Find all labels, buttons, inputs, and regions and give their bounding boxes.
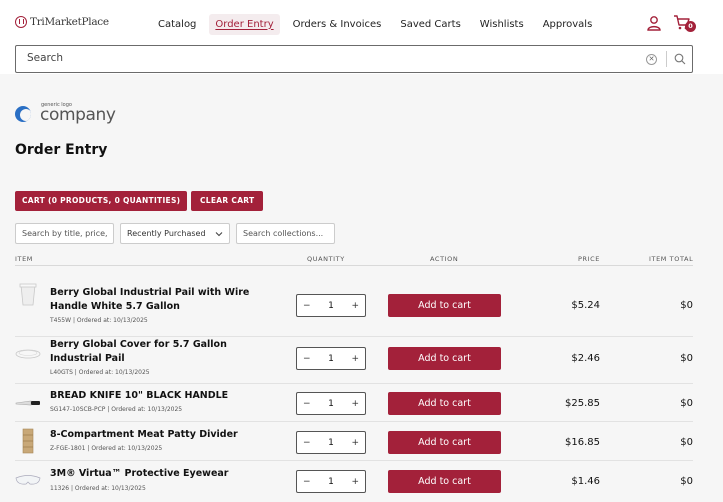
quantity-stepper: − 1 +	[296, 470, 366, 493]
add-to-cart-button[interactable]: Add to cart	[388, 431, 501, 454]
nav-orders-invoices[interactable]: Orders & Invoices	[287, 14, 388, 35]
company-logo-name: company	[40, 105, 116, 125]
nav-catalog[interactable]: Catalog	[152, 14, 202, 35]
user-icon[interactable]	[646, 15, 662, 31]
column-header-action: ACTION	[430, 255, 459, 263]
nav-wishlists[interactable]: Wishlists	[474, 14, 530, 35]
table-row: 8-Compartment Meat Patty Divider Z-FGE-1…	[0, 422, 723, 460]
quantity-stepper: − 1 +	[296, 392, 366, 415]
quantity-stepper: − 1 +	[296, 294, 366, 317]
add-to-cart-button[interactable]: Add to cart	[388, 392, 501, 415]
product-name[interactable]: 3M® Virtua™ Protective Eyewear	[50, 467, 270, 481]
quantity-value[interactable]: 1	[328, 301, 334, 311]
add-to-cart-button[interactable]: Add to cart	[388, 347, 501, 370]
knife-icon	[15, 400, 40, 406]
decrease-quantity-button[interactable]: −	[303, 399, 311, 409]
sort-select-value: Recently Purchased	[127, 229, 206, 238]
product-meta: L40GTS | Ordered at: 10/13/2025	[50, 369, 150, 376]
divider-icon	[22, 428, 34, 454]
item-price: $2.46	[571, 353, 600, 364]
product-name[interactable]: 8-Compartment Meat Patty Divider	[50, 428, 270, 442]
lid-icon	[15, 349, 41, 359]
item-price: $25.85	[565, 398, 600, 409]
eyewear-icon	[15, 475, 41, 485]
global-search: ✕	[15, 45, 693, 73]
quantity-value[interactable]: 1	[328, 438, 334, 448]
column-header-item: ITEM	[15, 255, 34, 263]
add-to-cart-button[interactable]: Add to cart	[388, 470, 501, 493]
page-title: Order Entry	[15, 142, 108, 158]
increase-quantity-button[interactable]: +	[351, 438, 359, 448]
collections-search-input[interactable]	[236, 223, 335, 244]
increase-quantity-button[interactable]: +	[351, 301, 359, 311]
quantity-stepper: − 1 +	[296, 347, 366, 370]
quantity-value[interactable]: 1	[328, 399, 334, 409]
product-meta: Z-FGE-1801 | Ordered at: 10/13/2025	[50, 445, 163, 452]
order-entry-panel: generic logo company Order Entry CART (0…	[0, 74, 723, 502]
item-price: $1.46	[571, 476, 600, 487]
clear-cart-button[interactable]: CLEAR CART	[191, 191, 264, 211]
item-total: $0	[680, 476, 693, 487]
company-logo: generic logo company	[15, 98, 116, 130]
item-price: $5.24	[571, 300, 600, 311]
item-price: $16.85	[565, 437, 600, 448]
quantity-value[interactable]: 1	[328, 354, 334, 364]
product-meta: T455W | Ordered at: 10/13/2025	[50, 317, 148, 324]
decrease-quantity-button[interactable]: −	[303, 301, 311, 311]
table-row: BREAD KNIFE 10" BLACK HANDLE SG147-10SCB…	[0, 384, 723, 422]
increase-quantity-button[interactable]: +	[351, 354, 359, 364]
product-meta: SG147-10SCB-PCP | Ordered at: 10/13/2025	[50, 406, 183, 413]
search-divider	[666, 51, 667, 67]
main-nav: Catalog Order Entry Orders & Invoices Sa…	[152, 12, 605, 36]
company-logo-icon	[15, 106, 31, 122]
item-total: $0	[680, 398, 693, 409]
clear-search-icon[interactable]: ✕	[646, 54, 657, 65]
nav-approvals[interactable]: Approvals	[537, 14, 599, 35]
sort-select[interactable]: Recently Purchased	[120, 223, 230, 244]
column-header-price: PRICE	[578, 255, 600, 263]
brand-icon	[15, 16, 27, 28]
product-meta: 11326 | Ordered at: 10/13/2025	[50, 485, 146, 492]
add-to-cart-button[interactable]: Add to cart	[388, 294, 501, 317]
table-row: Berry Global Cover for 5.7 Gallon Indust…	[0, 337, 723, 387]
decrease-quantity-button[interactable]: −	[303, 354, 311, 364]
nav-order-entry[interactable]: Order Entry	[209, 13, 280, 35]
product-name[interactable]: BREAD KNIFE 10" BLACK HANDLE	[50, 389, 270, 403]
increase-quantity-button[interactable]: +	[351, 399, 359, 409]
top-navigation-bar: TriMarketPlace Catalog Order Entry Order…	[0, 0, 723, 44]
search-input[interactable]	[27, 52, 527, 64]
chevron-down-icon	[215, 231, 223, 236]
item-total: $0	[680, 437, 693, 448]
quantity-value[interactable]: 1	[328, 477, 334, 487]
brand-name: TriMarketPlace	[30, 16, 109, 28]
cart-summary-button[interactable]: CART (0 PRODUCTS, 0 QUANTITIES)	[15, 191, 188, 211]
pail-icon	[19, 283, 37, 306]
product-name[interactable]: Berry Global Industrial Pail with Wire H…	[50, 286, 270, 314]
cart-count-badge: 0	[685, 21, 696, 32]
cart-button[interactable]: 0	[673, 14, 696, 34]
quantity-stepper: − 1 +	[296, 431, 366, 454]
brand-logo[interactable]: TriMarketPlace	[15, 16, 109, 28]
table-row: 3M® Virtua™ Protective Eyewear 11326 | O…	[0, 461, 723, 501]
increase-quantity-button[interactable]: +	[351, 477, 359, 487]
product-filter-input[interactable]	[15, 223, 114, 244]
decrease-quantity-button[interactable]: −	[303, 477, 311, 487]
product-name[interactable]: Berry Global Cover for 5.7 Gallon Indust…	[50, 338, 270, 366]
item-total: $0	[680, 300, 693, 311]
table-row: Berry Global Industrial Pail with Wire H…	[0, 266, 723, 324]
decrease-quantity-button[interactable]: −	[303, 438, 311, 448]
nav-saved-carts[interactable]: Saved Carts	[394, 14, 466, 35]
item-total: $0	[680, 353, 693, 364]
search-icon[interactable]	[674, 53, 686, 65]
column-header-quantity: QUANTITY	[307, 255, 345, 263]
column-header-item-total: ITEM TOTAL	[649, 255, 694, 263]
